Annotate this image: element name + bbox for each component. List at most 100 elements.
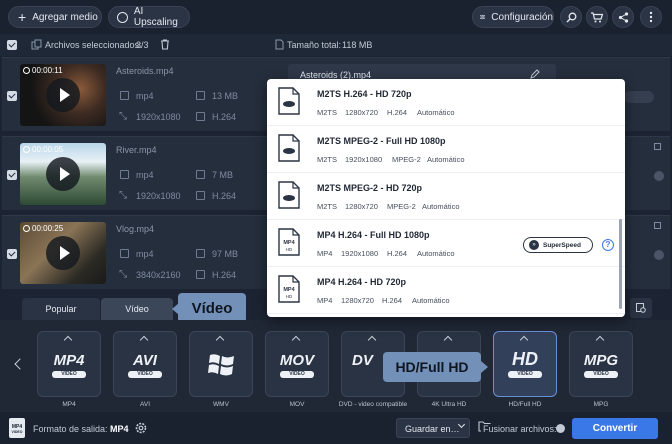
tile-caret-icon <box>519 335 529 345</box>
preset-title: M2TS MPEG-2 - Full HD 1080p <box>317 136 446 146</box>
preset-title: MP4 H.264 - Full HD 1080p <box>317 230 430 240</box>
preset-bitrate: Automático <box>417 249 455 258</box>
cart-button[interactable] <box>586 6 608 28</box>
tab-video[interactable]: Vídeo <box>101 298 173 320</box>
preset-codec: H.264 <box>387 108 408 117</box>
clock-icon <box>23 146 30 153</box>
help-icon[interactable]: ? <box>602 239 614 251</box>
mov-logo: MOV <box>279 352 315 369</box>
convert-label: Convertir <box>592 423 638 434</box>
preset-option[interactable]: MP4 HD MP4 H.264 - HD 720p MP4 1280x720 H… <box>267 267 625 314</box>
format-tile-hd-selected[interactable]: HD VIDEO <box>493 331 557 397</box>
select-all-checkbox[interactable] <box>7 40 17 50</box>
file-resolution: 1920x1080 <box>136 112 181 122</box>
superspeed-label: SuperSpeed <box>543 241 581 249</box>
format-tile-mp4[interactable]: MP4 VIDEO <box>37 331 101 397</box>
preset-bitrate: Automático <box>417 108 455 117</box>
save-in-label: Guardar en… <box>405 424 460 434</box>
format-tile-mpg[interactable]: MPG VIDEO <box>569 331 633 397</box>
file-size: 13 MB <box>212 91 239 101</box>
preset-option[interactable]: M2TS H.264 - HD 720p M2TS 1280x720 H.264… <box>267 79 625 126</box>
format-tile-mov[interactable]: MOV VIDEO <box>265 331 329 397</box>
preset-option[interactable]: M2TS MPEG-2 - Full HD 1080p M2TS 1920x10… <box>267 126 625 173</box>
preset-codec: MPEG-2 <box>392 155 421 164</box>
tooltip-video: Vídeo <box>178 293 246 323</box>
dropdown-scrollbar[interactable] <box>619 219 622 309</box>
format-label: MOV <box>289 401 305 408</box>
duration: 00:00:25 <box>23 224 63 233</box>
mp4-logo: MP4 <box>53 352 85 369</box>
superspeed-badge[interactable]: » SuperSpeed <box>523 237 593 253</box>
mp4-hd-file-icon: MP4HD <box>278 275 300 303</box>
convert-button[interactable]: Convertir <box>572 418 658 439</box>
row-info-icon[interactable] <box>654 250 664 260</box>
find-format-button[interactable] <box>630 298 652 318</box>
video-thumbnail[interactable]: 00:00:11 <box>20 64 106 126</box>
format-label: WMV <box>213 401 229 408</box>
preset-resolution: 1920x1080 <box>345 155 383 164</box>
bluray-file-icon <box>278 134 300 162</box>
trash-icon[interactable] <box>160 39 170 50</box>
size-icon <box>196 91 205 100</box>
output-format-value: MP4 <box>110 424 129 434</box>
format-label: HD/Full HD <box>508 401 542 408</box>
duration: 00:00:11 <box>23 66 63 75</box>
plus-icon: + <box>18 9 27 25</box>
avi-logo: AVI <box>133 352 157 369</box>
file-codec: H.264 <box>212 191 237 201</box>
save-in-dropdown[interactable]: Guardar en… <box>396 418 470 438</box>
file-checkbox[interactable] <box>7 91 17 101</box>
superspeed-icon: » <box>529 240 539 250</box>
format-tile-avi[interactable]: AVI VIDEO <box>113 331 177 397</box>
preset-option[interactable]: M2TS MPEG-2 - HD 720p M2TS 1280x720 MPEG… <box>267 173 625 220</box>
mp4-hd-file-icon: MP4HD <box>278 228 300 256</box>
row-info-icon[interactable] <box>654 171 664 181</box>
duration: 00:00:05 <box>23 145 63 154</box>
preset-container: MP4 <box>317 249 333 258</box>
row-action[interactable] <box>624 91 654 103</box>
play-button[interactable] <box>46 78 80 112</box>
file-checkbox[interactable] <box>7 249 17 259</box>
tile-caret-icon <box>139 335 149 345</box>
tab-popular[interactable]: Popular <box>22 298 100 320</box>
preset-bitrate: Automático <box>422 202 460 211</box>
play-button[interactable] <box>46 157 80 191</box>
footer-bar: MP4 VIDEO Formato de salida: MP4 Guardar… <box>0 412 672 444</box>
more-vertical-icon <box>649 11 653 23</box>
file-name: Vlog.mp4 <box>116 224 155 234</box>
menu-button[interactable] <box>640 6 662 28</box>
mp4-logo-sub: VIDEO <box>52 371 86 378</box>
mov-logo-sub: VIDEO <box>280 371 314 378</box>
preset-bitrate: Automático <box>412 296 450 305</box>
clock-icon <box>23 225 30 232</box>
resolution-icon: ⤡ <box>119 190 127 201</box>
settings-button[interactable]: Configuración <box>472 6 554 28</box>
video-thumbnail[interactable]: 00:00:25 <box>20 222 106 284</box>
size-icon <box>196 170 205 179</box>
add-media-button[interactable]: + Agregar medio <box>8 6 102 28</box>
preset-option[interactable]: MP4 HD MP4 H.264 - Full HD 1080p MP4 1920… <box>267 220 625 267</box>
preset-bitrate: Automático <box>427 155 465 164</box>
format-icon <box>120 91 129 100</box>
format-icon <box>120 249 129 258</box>
format-label: MP4 <box>62 401 76 408</box>
ai-upscaling-button[interactable]: AI Upscaling <box>108 6 190 28</box>
format-tile-wmv[interactable] <box>189 331 253 397</box>
tooltip-video-pointer <box>172 303 179 315</box>
row-close-icon[interactable] <box>654 222 661 229</box>
video-thumbnail[interactable]: 00:00:05 <box>20 143 106 205</box>
row-close-icon[interactable] <box>654 143 661 150</box>
codec-icon <box>196 191 205 200</box>
add-media-label: Agregar medio <box>32 11 98 23</box>
file-resolution: 3840x2160 <box>136 270 181 280</box>
gear-icon[interactable] <box>134 421 148 435</box>
share-button[interactable] <box>612 6 634 28</box>
file-name: Asteroids.mp4 <box>116 66 174 76</box>
file-checkbox[interactable] <box>7 170 17 180</box>
play-button[interactable] <box>46 236 80 270</box>
search-button[interactable] <box>560 6 582 28</box>
edit-pencil-icon[interactable] <box>530 69 540 79</box>
merge-files-toggle[interactable] <box>556 424 565 433</box>
tile-caret-icon <box>63 335 73 345</box>
file-name: River.mp4 <box>116 145 157 155</box>
